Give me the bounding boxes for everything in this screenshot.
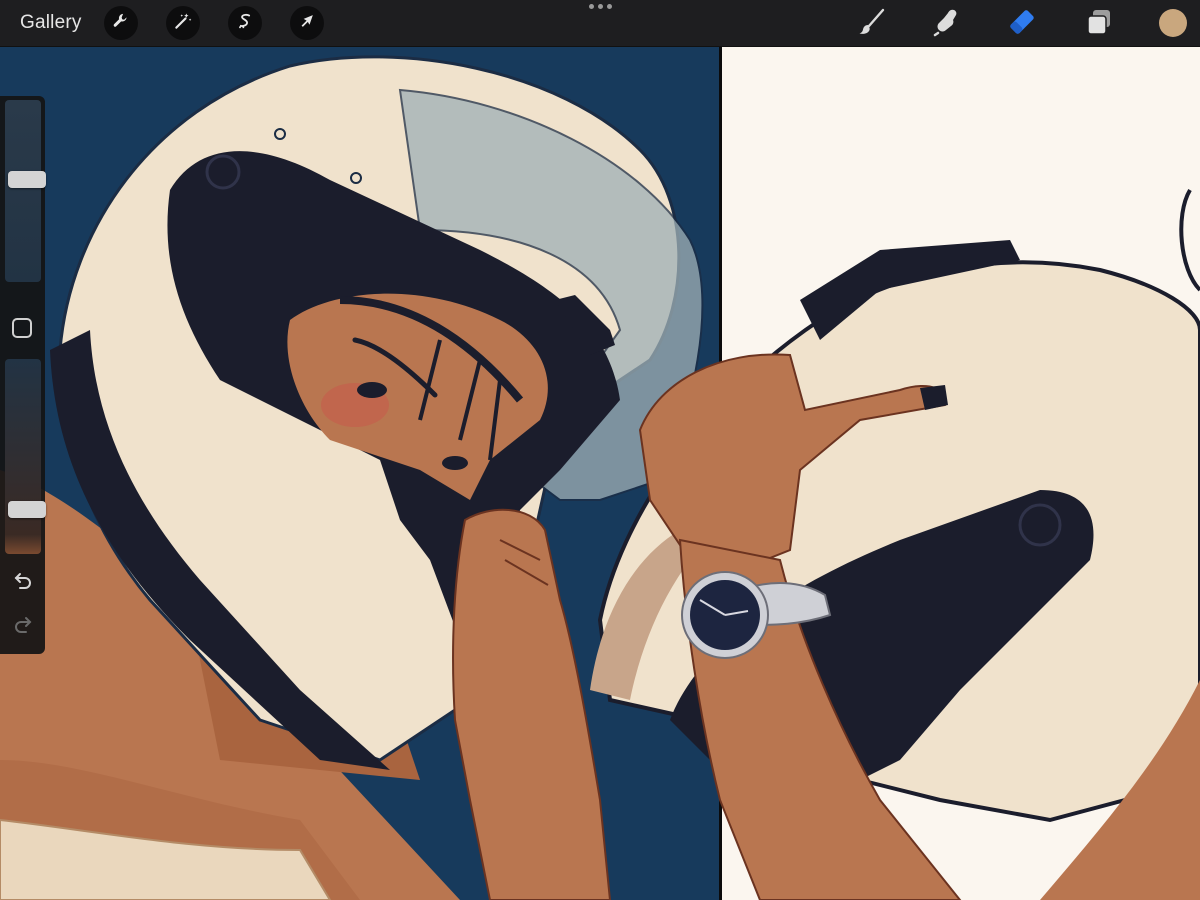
brush-icon: [857, 7, 887, 42]
layers-icon: [1084, 7, 1114, 42]
adjustments-button[interactable]: [166, 6, 200, 40]
brush-opacity-thumb[interactable]: [8, 501, 46, 518]
brush-size-slider[interactable]: [5, 100, 46, 282]
actions-button[interactable]: [104, 6, 138, 40]
magic-wand-icon: [173, 11, 193, 36]
smudge-finger-icon: [932, 7, 962, 42]
arrow-cursor-icon: [297, 11, 317, 36]
eraser-icon: [1007, 7, 1037, 42]
smudge-tool-button[interactable]: [931, 8, 963, 40]
top-toolbar: Gallery: [0, 0, 1200, 47]
brush-tool-button[interactable]: [856, 8, 888, 40]
left-panel-artwork: [0, 47, 720, 900]
selection-s-icon: [235, 11, 255, 36]
side-toolbar: [0, 96, 46, 654]
brush-opacity-slider[interactable]: [5, 359, 46, 554]
more-options-button[interactable]: [584, 4, 616, 18]
artwork: [0, 47, 1200, 900]
redo-button[interactable]: [11, 614, 35, 638]
color-picker-button[interactable]: [1159, 9, 1187, 37]
wrench-icon: [111, 11, 131, 36]
gallery-button[interactable]: Gallery: [20, 12, 82, 34]
drawing-canvas[interactable]: [0, 47, 1200, 900]
undo-icon: [12, 569, 34, 596]
redo-icon: [12, 613, 34, 640]
eraser-tool-button[interactable]: [1006, 8, 1038, 40]
selection-button[interactable]: [228, 6, 262, 40]
more-dots-icon: [588, 4, 594, 9]
undo-button[interactable]: [11, 570, 35, 594]
transform-button[interactable]: [290, 6, 324, 40]
brush-size-thumb[interactable]: [8, 171, 46, 188]
modify-button[interactable]: [12, 318, 32, 338]
layers-button[interactable]: [1083, 8, 1115, 40]
